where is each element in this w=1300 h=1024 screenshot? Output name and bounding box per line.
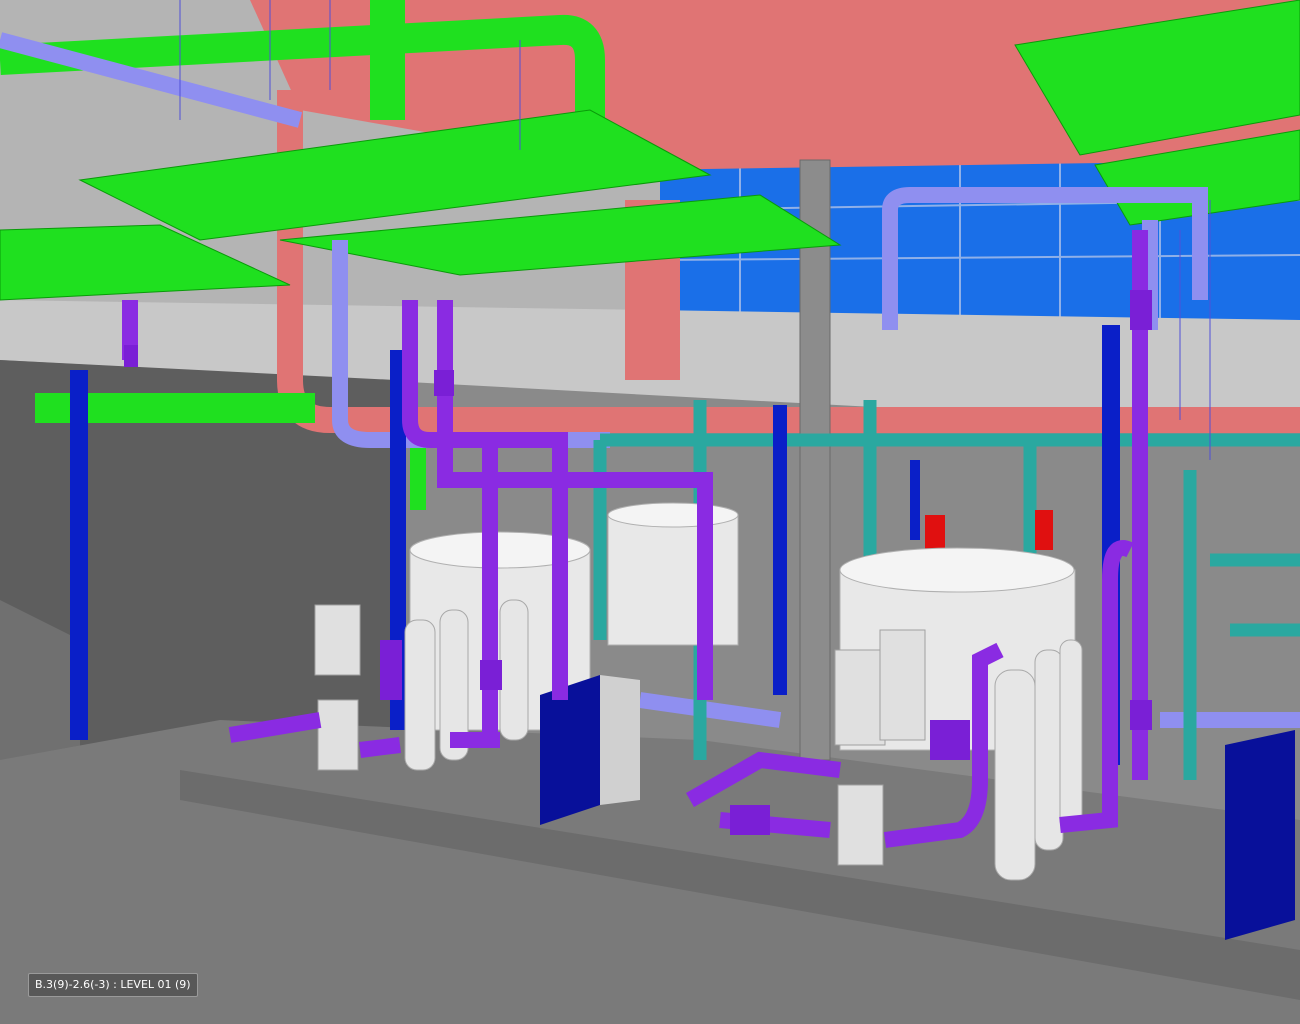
heat-exchanger-right bbox=[1225, 730, 1295, 940]
3d-model-viewport[interactable]: B.3(9)-2.6(-3) : LEVEL 01 (9) bbox=[0, 0, 1300, 1024]
storage-tank-center bbox=[607, 502, 739, 646]
mep-model-scene[interactable] bbox=[0, 0, 1300, 1024]
structural-column bbox=[799, 159, 831, 761]
green-duct-drop bbox=[370, 0, 405, 120]
location-readout: B.3(9)-2.6(-3) : LEVEL 01 (9) bbox=[28, 973, 198, 997]
green-duct-vertical bbox=[410, 440, 426, 510]
